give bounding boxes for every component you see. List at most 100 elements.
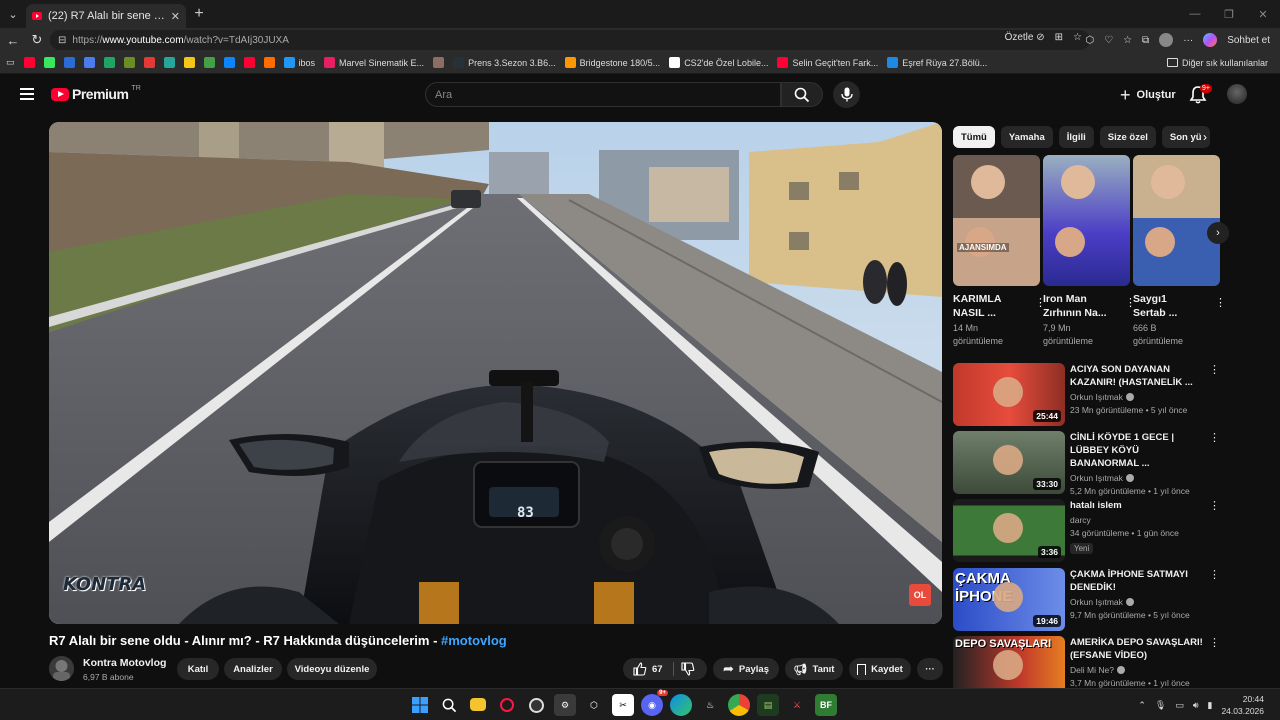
filter-chip[interactable]: Yamaha xyxy=(1000,126,1053,148)
bookmark-item[interactable] xyxy=(23,57,35,68)
bookmark-item[interactable]: Selin Geçit'ten Fark... xyxy=(777,57,878,68)
channel-name-row[interactable]: Orkun Işıtmak xyxy=(1070,597,1210,607)
like-button[interactable]: 67 xyxy=(633,662,663,676)
maximize-icon[interactable]: ❐ xyxy=(1212,0,1246,28)
favorite-star-icon[interactable]: ☆ xyxy=(1073,32,1082,43)
video-thumbnail[interactable]: 3:36 xyxy=(953,499,1065,562)
app-red-circle-icon[interactable] xyxy=(525,694,547,716)
video-title[interactable]: hatalı islem xyxy=(1070,499,1210,512)
short-thumbnail[interactable] xyxy=(1133,155,1220,286)
windows-start-icon[interactable] xyxy=(409,694,431,716)
site-info-icon[interactable]: ⊟ xyxy=(58,35,66,46)
microphone-tray-icon[interactable]: 🎙︎ xyxy=(1155,700,1166,711)
url-bar[interactable]: ⊟ https://www.youtube.com/watch?v=TdAIj3… xyxy=(50,30,1090,50)
recommended-video[interactable]: 3:36 hatalı islem darcy 34 görüntüleme • 1 … xyxy=(953,499,1233,563)
show-hidden-icons-chevron-icon[interactable]: ⌃ xyxy=(1138,700,1146,711)
extensions-icon[interactable]: ⬡ xyxy=(1085,35,1094,46)
channel-name-row[interactable]: Deli Mi Ne? xyxy=(1070,665,1210,675)
filter-chip[interactable]: Size özel xyxy=(1099,126,1156,148)
bookmark-item[interactable] xyxy=(103,57,115,68)
taskbar-search-icon[interactable] xyxy=(438,694,460,716)
bookmark-item[interactable] xyxy=(143,57,155,68)
cube-app-icon[interactable]: ⬡ xyxy=(583,694,605,716)
video-thumbnail[interactable]: 33:30 xyxy=(953,431,1065,494)
bf-app-icon[interactable]: BF xyxy=(815,694,837,716)
channel-name-row[interactable]: darcy xyxy=(1070,515,1210,525)
short-item[interactable]: AJANSIMDA KARIMLA NASIL ... 14 Mn görüntülem… xyxy=(953,155,1046,348)
back-icon[interactable]: ← xyxy=(1,28,25,52)
tab-actions-chevron-icon[interactable]: ⌄ xyxy=(0,0,26,28)
favorites-icon[interactable]: ☆ xyxy=(1123,35,1132,46)
steam-icon[interactable]: ♨ xyxy=(699,694,721,716)
video-title[interactable]: ACIYA SON DAYANAN KAZANIR! (HASTANELİK .… xyxy=(1070,363,1210,389)
more-options-icon[interactable]: ⋮ xyxy=(1209,431,1220,444)
minimize-icon[interactable]: — xyxy=(1178,0,1212,28)
game-app-icon[interactable]: ⚔ xyxy=(786,694,808,716)
video-title[interactable]: AMERİKA DEPO SAVAŞLARI! (EFSANE VİDEO) xyxy=(1070,636,1210,662)
short-item[interactable]: Saygı1 Sertab ... 666 B görüntüleme ⋮ xyxy=(1133,155,1226,348)
search-input[interactable] xyxy=(435,88,780,101)
short-thumbnail[interactable] xyxy=(1043,155,1130,286)
menu-hamburger-icon[interactable] xyxy=(20,88,34,100)
bookmark-item[interactable] xyxy=(43,57,55,68)
bookmark-item[interactable] xyxy=(223,57,235,68)
channel-name[interactable]: Kontra Motovlog xyxy=(83,657,166,669)
short-thumbnail[interactable]: AJANSIMDA xyxy=(953,155,1040,286)
search-button[interactable] xyxy=(781,82,823,107)
app-grid-icon[interactable]: ⚙ xyxy=(554,694,576,716)
close-tab-icon[interactable]: ✕ xyxy=(171,10,180,23)
channel-avatar[interactable] xyxy=(49,656,74,681)
bookmark-item[interactable] xyxy=(243,57,255,68)
video-title[interactable]: ÇAKMA İPHONE SATMAYI DENEDİK! xyxy=(1070,568,1210,594)
search-box[interactable] xyxy=(425,82,781,107)
recommended-video[interactable]: 33:30 CİNLİ KÖYDE 1 GECE | LÜBBEY KÖYÜ BA… xyxy=(953,431,1233,496)
system-clock[interactable]: 20:44 24.03.2026 xyxy=(1221,693,1264,717)
promote-button[interactable]: 📢︎ Tanıt xyxy=(785,658,843,680)
bookmark-item[interactable] xyxy=(123,57,135,68)
bookmark-item[interactable]: ibos xyxy=(283,57,315,68)
new-tab-icon[interactable]: + xyxy=(186,5,212,23)
edit-video-button[interactable]: Videoyu düzenle xyxy=(287,658,377,680)
browser-essentials-icon[interactable]: ♡ xyxy=(1104,35,1113,46)
bookmark-item[interactable] xyxy=(183,57,195,68)
bookmark-item[interactable]: Bridgestone 180/5... xyxy=(564,57,660,68)
bookmark-item[interactable] xyxy=(203,57,215,68)
bookmark-item[interactable]: CS2'de Özel Lobile... xyxy=(669,57,768,68)
chips-next-chevron-icon[interactable]: › xyxy=(1196,128,1214,146)
recommended-video[interactable]: 25:44 ACIYA SON DAYANAN KAZANIR! (HASTANE… xyxy=(953,363,1233,427)
bookmark-item[interactable] xyxy=(83,57,95,68)
subscribe-watermark-icon[interactable]: OL xyxy=(909,584,931,606)
filter-chip[interactable]: İlgili xyxy=(1058,126,1094,148)
join-button[interactable]: Katıl xyxy=(177,658,219,680)
discord-icon[interactable]: ◉ 9+ xyxy=(641,690,668,716)
youtube-premium-logo[interactable]: Premium TR xyxy=(51,85,141,102)
opera-gx-icon[interactable] xyxy=(496,694,518,716)
network-icon[interactable]: ▭ xyxy=(1175,700,1184,711)
short-more-icon[interactable]: ⋮ xyxy=(1215,296,1226,309)
short-item[interactable]: Iron Man Zırhının Na... 7,9 Mn görüntüleme ⋮ xyxy=(1043,155,1136,348)
video-player[interactable]: 83 KONTRA OL xyxy=(49,122,942,624)
channel-name-row[interactable]: Orkun Işıtmak xyxy=(1070,473,1210,483)
browser-tab-active[interactable]: (22) R7 Alalı bir sene oldu - Alınır m ✕ xyxy=(26,4,186,28)
chat-label[interactable]: Sohbet et xyxy=(1227,35,1270,46)
file-explorer-icon[interactable] xyxy=(470,698,486,711)
copilot-icon[interactable] xyxy=(1203,33,1218,47)
capcut-icon[interactable]: ✂ xyxy=(612,694,634,716)
more-options-icon[interactable]: ⋮ xyxy=(1209,568,1220,581)
notes-app-icon[interactable]: ▤ xyxy=(757,694,779,716)
other-bookmarks-folder[interactable]: Diğer sık kullanılanlar xyxy=(1166,58,1268,68)
account-avatar[interactable] xyxy=(1227,84,1247,104)
video-thumbnail[interactable]: 25:44 xyxy=(953,363,1065,426)
save-button[interactable]: Kaydet xyxy=(849,658,911,680)
bookmark-item[interactable] xyxy=(433,57,445,68)
close-window-icon[interactable]: ✕ xyxy=(1246,0,1280,28)
video-thumbnail[interactable]: ÇAKMA İPHONE 19:46 xyxy=(953,568,1065,631)
video-title[interactable]: CİNLİ KÖYDE 1 GECE | LÜBBEY KÖYÜ BANANOR… xyxy=(1070,431,1210,470)
recommended-video[interactable]: ÇAKMA İPHONE 19:46 ÇAKMA İPHONE SATMAYI DEN… xyxy=(953,568,1233,632)
profile-avatar[interactable] xyxy=(1159,33,1174,47)
hashtag-link[interactable]: #motovlog xyxy=(441,633,507,648)
bookmark-item[interactable] xyxy=(163,57,175,68)
voice-search-button[interactable] xyxy=(833,81,860,108)
analytics-button[interactable]: Analizler xyxy=(224,658,282,680)
chrome-icon[interactable] xyxy=(728,694,750,716)
